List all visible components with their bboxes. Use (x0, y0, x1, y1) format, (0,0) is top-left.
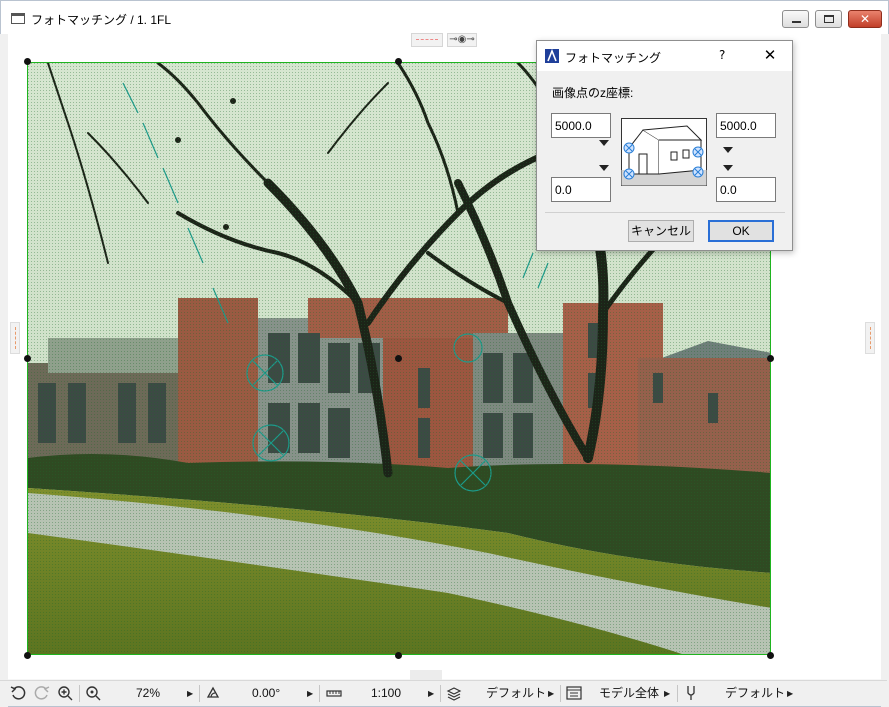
photo-matching-dialog: フォトマッチング ? ✕ 画像点のz座標: キャンセル OK (536, 40, 793, 251)
model-value[interactable]: モデル全体 (599, 681, 659, 706)
scale-value[interactable]: 1:100 (371, 681, 401, 706)
rotate-icon[interactable] (205, 685, 221, 701)
left-margin (0, 34, 8, 707)
pen-value[interactable]: デフォルト (725, 681, 785, 706)
z-coordinate-label: 画像点のz座標: (552, 86, 634, 100)
resize-handle[interactable] (395, 58, 402, 65)
zoom-in-icon[interactable] (57, 685, 73, 701)
scale-dropdown-arrow[interactable]: ▶ (428, 681, 434, 706)
dialog-divider (545, 212, 785, 213)
right-margin (881, 34, 889, 707)
zoom-fit-icon[interactable] (85, 685, 101, 701)
bottom-edge-tab[interactable] (410, 670, 442, 680)
zoom-value[interactable]: 72% (136, 681, 160, 706)
minimize-icon (792, 21, 801, 23)
bottom-right-z-input[interactable] (716, 177, 776, 202)
resize-handle[interactable] (395, 652, 402, 659)
cancel-button[interactable]: キャンセル (628, 220, 694, 242)
resize-handle[interactable] (395, 355, 402, 362)
redo-icon[interactable] (34, 685, 50, 701)
marker-arrow-icon (599, 165, 609, 171)
angle-value[interactable]: 0.00° (252, 681, 280, 706)
marker-arrow-icon (723, 165, 733, 171)
marker-arrow-icon (723, 147, 733, 153)
ok-button[interactable]: OK (708, 220, 774, 242)
marker-arrow-icon (599, 140, 609, 146)
angle-dropdown-arrow[interactable]: ▶ (307, 681, 313, 706)
status-toolbar: 72% ▶ 0.00° ▶ 1:100 ▶ デフォルト ▶ モデル全体 ▶ デフ… (0, 680, 887, 706)
resize-handle[interactable] (767, 355, 774, 362)
bottom-left-z-input[interactable] (551, 177, 611, 202)
scale-icon[interactable] (326, 685, 342, 701)
window-icon (11, 13, 25, 24)
top-edge-tab[interactable] (411, 33, 443, 47)
layer-dropdown-arrow[interactable]: ▶ (548, 681, 554, 706)
help-button[interactable]: ? (719, 48, 725, 62)
resize-handle[interactable] (24, 58, 31, 65)
model-dropdown-arrow[interactable]: ▶ (664, 681, 670, 706)
dialog-title-bar: フォトマッチング ? ✕ (537, 41, 792, 71)
pen-dropdown-arrow[interactable]: ▶ (787, 681, 793, 706)
minimize-button[interactable] (782, 10, 809, 28)
zoom-dropdown-arrow[interactable]: ▶ (187, 681, 193, 706)
resize-handle[interactable] (24, 355, 31, 362)
house-icon (621, 118, 707, 186)
top-left-z-input[interactable] (551, 113, 611, 138)
visibility-tab[interactable]: ⊸◉⊸ (447, 33, 477, 47)
left-edge-tab[interactable] (10, 322, 20, 354)
model-view-icon[interactable] (566, 685, 582, 701)
window-title: フォトマッチング / 1. 1FL (31, 13, 172, 27)
close-icon: ✕ (859, 12, 871, 26)
title-bar: フォトマッチング / 1. 1FL ✕ (1, 1, 888, 35)
layer-value[interactable]: デフォルト (486, 681, 546, 706)
maximize-icon (824, 15, 834, 23)
right-edge-tab[interactable] (865, 322, 875, 354)
dialog-title: フォトマッチング (565, 51, 662, 65)
top-right-z-input[interactable] (716, 113, 776, 138)
undo-icon[interactable] (10, 685, 26, 701)
resize-handle[interactable] (767, 652, 774, 659)
close-button[interactable]: ✕ (848, 10, 882, 28)
maximize-button[interactable] (815, 10, 842, 28)
archicad-icon (545, 49, 559, 63)
resize-handle[interactable] (24, 652, 31, 659)
layers-icon[interactable] (446, 685, 462, 701)
pen-icon[interactable] (683, 685, 699, 701)
dialog-close-button[interactable]: ✕ (759, 44, 781, 66)
